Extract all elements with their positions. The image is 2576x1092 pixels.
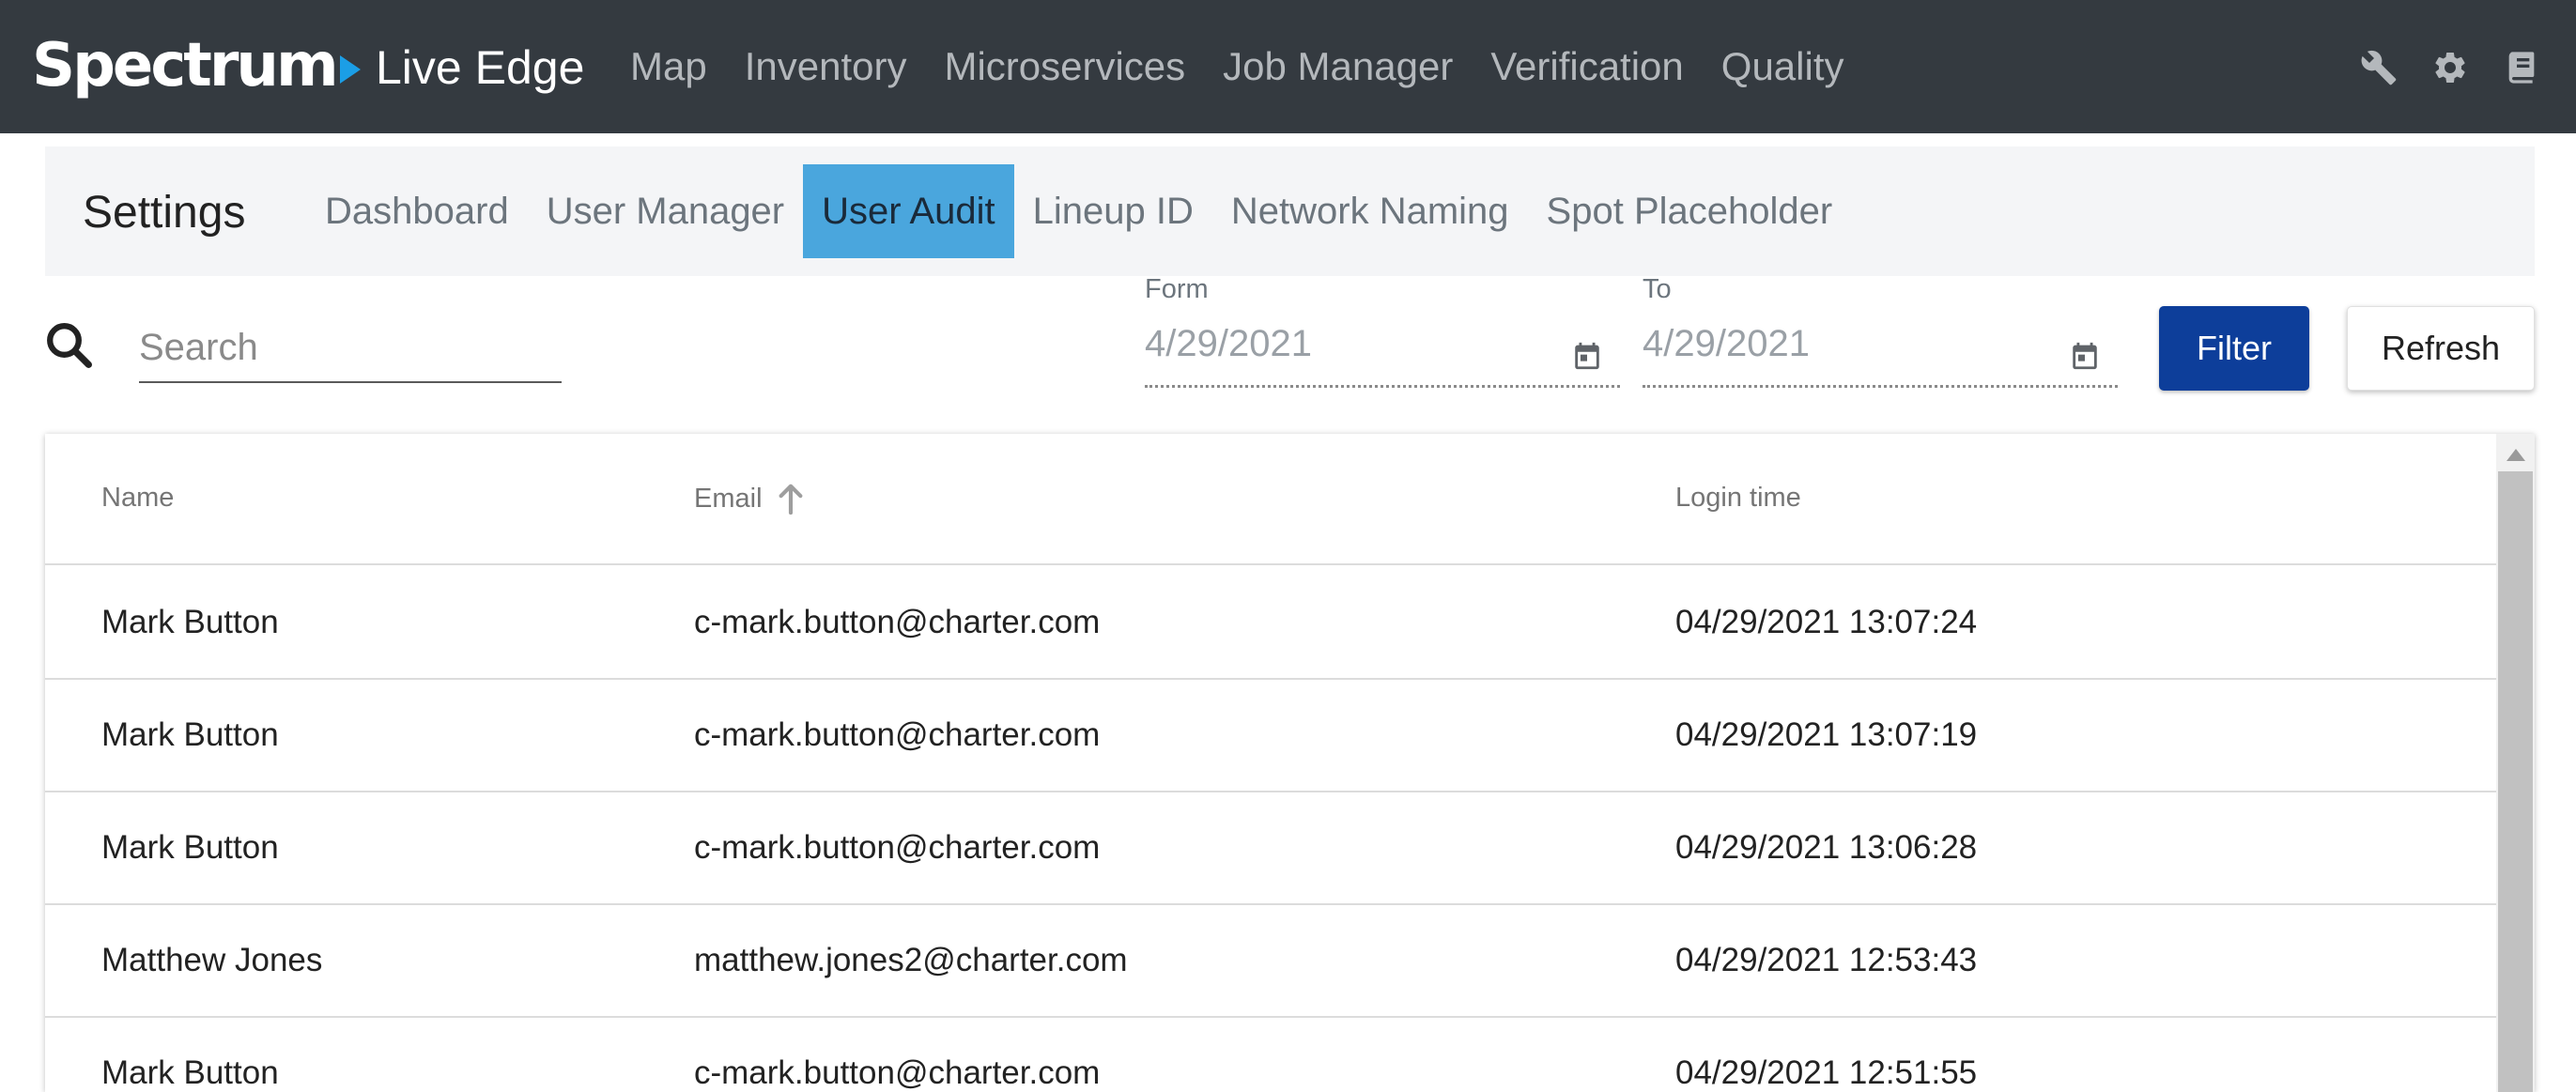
from-date-label: Form (1145, 274, 1209, 304)
table-row[interactable]: Mark Button c-mark.button@charter.com 04… (45, 1018, 2496, 1092)
search-icon (47, 323, 92, 368)
cell-login-time: 04/29/2021 13:07:24 (1675, 604, 1978, 640)
calendar-icon[interactable] (1571, 340, 1603, 372)
scrollbar-thumb[interactable] (2498, 471, 2533, 1092)
from-date-field[interactable]: Form 4/29/2021 (1145, 274, 1620, 388)
cell-email: c-mark.button@charter.com (694, 829, 1101, 866)
scroll-up-arrow-icon[interactable] (2507, 449, 2525, 461)
cell-name: Mark Button (101, 716, 279, 753)
cell-email: c-mark.button@charter.com (694, 604, 1101, 640)
nav-link-inventory[interactable]: Inventory (745, 43, 907, 90)
logo-text: Spectrum (32, 31, 339, 100)
gear-icon[interactable] (2431, 49, 2469, 86)
refresh-button[interactable]: Refresh (2347, 306, 2535, 391)
settings-bar: Settings Dashboard User Manager User Aud… (45, 146, 2535, 276)
main-nav: Map Inventory Microservices Job Manager … (630, 43, 1882, 90)
tab-user-audit[interactable]: User Audit (803, 164, 1014, 258)
nav-link-map[interactable]: Map (630, 43, 707, 90)
settings-tabs: Dashboard User Manager User Audit Lineup… (306, 164, 1851, 258)
cell-login-time: 04/29/2021 13:07:19 (1675, 716, 1978, 753)
tab-spot-placeholder[interactable]: Spot Placeholder (1528, 164, 1852, 258)
tab-user-manager[interactable]: User Manager (528, 164, 803, 258)
nav-link-microservices[interactable]: Microservices (944, 43, 1185, 90)
to-date-field[interactable]: To 4/29/2021 (1643, 274, 2118, 388)
tab-network-naming[interactable]: Network Naming (1212, 164, 1528, 258)
nav-icon-group (2360, 49, 2540, 86)
from-date-underline (1145, 385, 1620, 388)
column-header-email[interactable]: Email (694, 483, 804, 515)
nav-link-job-manager[interactable]: Job Manager (1223, 43, 1453, 90)
book-icon[interactable] (2503, 49, 2540, 86)
page-title: Settings (83, 188, 246, 238)
spectrum-logo[interactable]: Spectrum (32, 32, 361, 100)
column-header-name[interactable]: Name (101, 483, 174, 514)
cell-name: Mark Button (101, 829, 279, 866)
to-date-underline (1643, 385, 2118, 388)
app-title: Live Edge (376, 41, 585, 94)
wrench-icon[interactable] (2360, 49, 2398, 86)
filter-button[interactable]: Filter (2159, 306, 2309, 391)
logo-arrow-icon (339, 55, 361, 84)
table-scrollbar[interactable] (2496, 434, 2535, 1092)
sort-ascending-icon[interactable] (778, 483, 804, 515)
cell-name: Mark Button (101, 1054, 279, 1091)
table-row[interactable]: Mark Button c-mark.button@charter.com 04… (45, 680, 2496, 792)
table-row[interactable]: Mark Button c-mark.button@charter.com 04… (45, 567, 2496, 680)
column-header-email-label: Email (694, 483, 763, 514)
cell-name: Matthew Jones (101, 942, 323, 978)
tab-lineup-id[interactable]: Lineup ID (1014, 164, 1212, 258)
table-row[interactable]: Mark Button c-mark.button@charter.com 04… (45, 792, 2496, 905)
cell-login-time: 04/29/2021 12:51:55 (1675, 1054, 1978, 1091)
cell-login-time: 04/29/2021 13:06:28 (1675, 829, 1978, 866)
nav-link-quality[interactable]: Quality (1721, 43, 1844, 90)
cell-email: matthew.jones2@charter.com (694, 942, 1128, 978)
cell-login-time: 04/29/2021 12:53:43 (1675, 942, 1978, 978)
column-header-login-time[interactable]: Login time (1675, 483, 1801, 514)
to-date-value[interactable]: 4/29/2021 (1643, 323, 1810, 365)
cell-name: Mark Button (101, 604, 279, 640)
table-row[interactable]: Matthew Jones matthew.jones2@charter.com… (45, 905, 2496, 1018)
from-date-value[interactable]: 4/29/2021 (1145, 323, 1312, 365)
calendar-icon[interactable] (2069, 340, 2101, 372)
search-input[interactable] (139, 314, 562, 383)
user-audit-table: Name Email Login time Mark Button c-mark… (45, 434, 2535, 1092)
cell-email: c-mark.button@charter.com (694, 1054, 1101, 1091)
tab-dashboard[interactable]: Dashboard (306, 164, 528, 258)
top-navbar: Spectrum Live Edge Map Inventory Microse… (0, 0, 2576, 133)
to-date-label: To (1643, 274, 1672, 304)
nav-link-verification[interactable]: Verification (1490, 43, 1683, 90)
table-header: Name Email Login time (45, 434, 2496, 565)
cell-email: c-mark.button@charter.com (694, 716, 1101, 753)
